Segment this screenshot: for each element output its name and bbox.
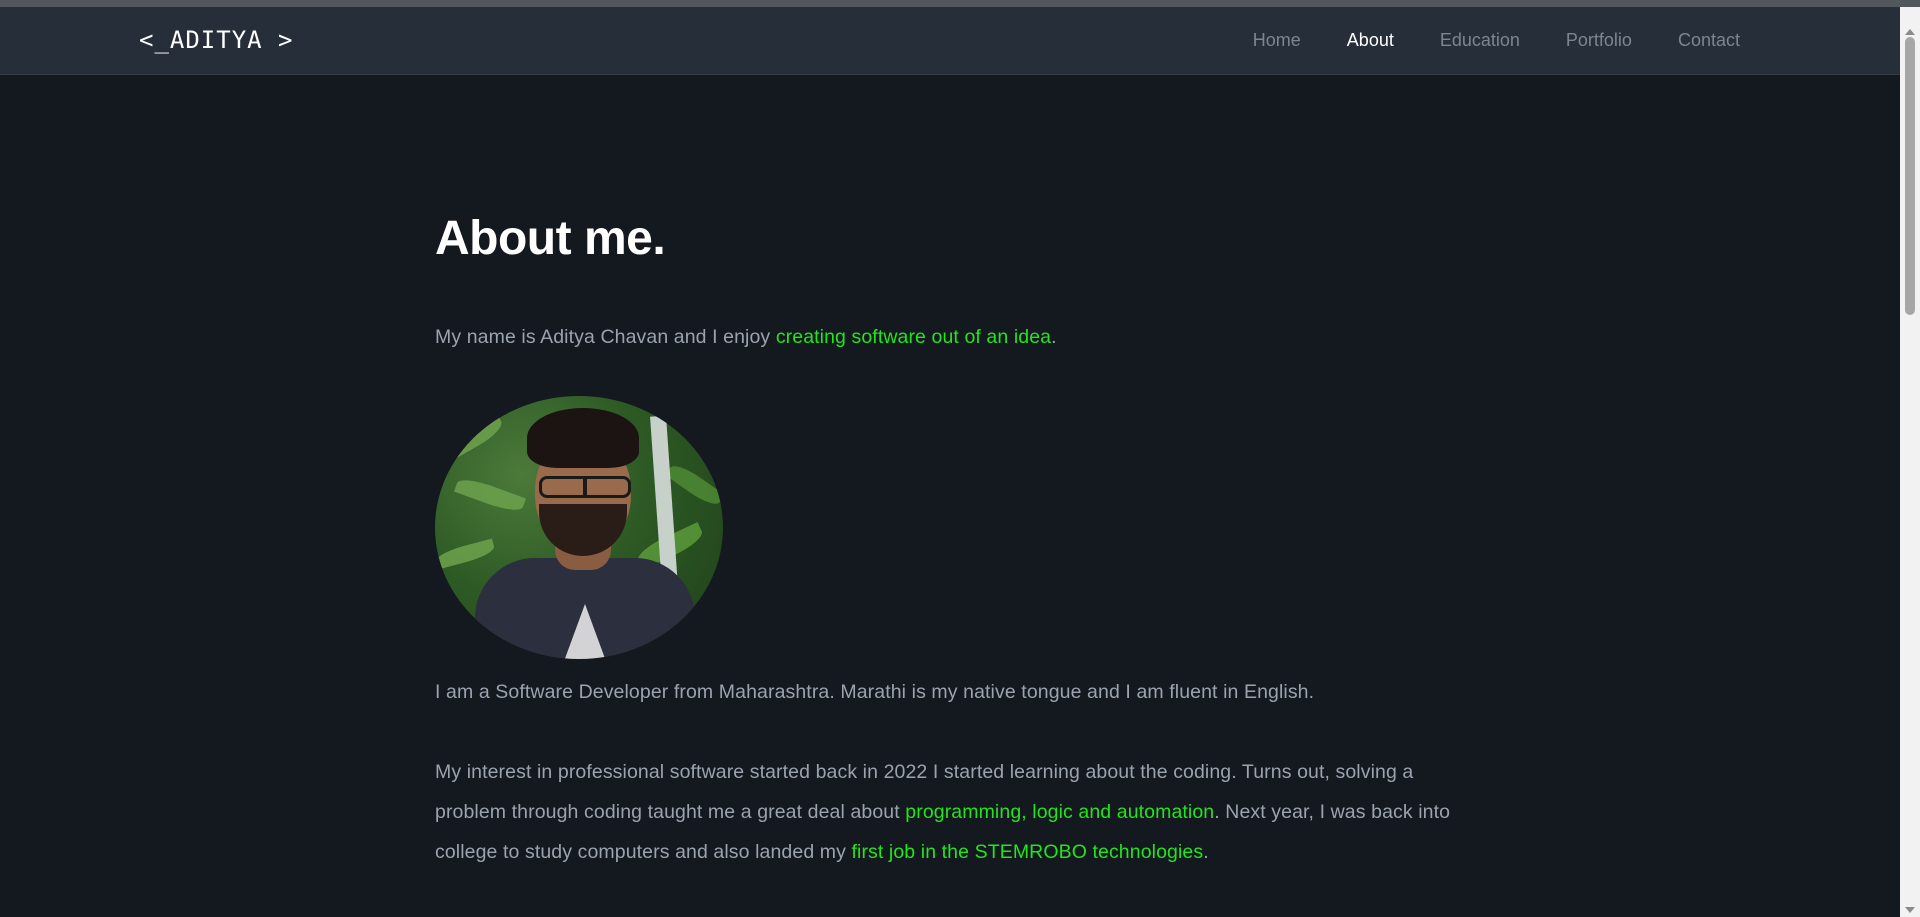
navbar: <_ADITYA > Home About Education Portfoli… [0, 7, 1900, 75]
page-title: About me. [435, 212, 666, 265]
nav-links: Home About Education Portfolio Contact [1253, 30, 1740, 51]
nav-link-home[interactable]: Home [1253, 30, 1301, 51]
profile-photo [435, 396, 723, 659]
nav-link-portfolio[interactable]: Portfolio [1566, 30, 1632, 51]
nav-link-about[interactable]: About [1347, 30, 1394, 51]
bio-paragraph-2: My interest in professional software sta… [435, 752, 1485, 872]
nav-link-contact[interactable]: Contact [1678, 30, 1740, 51]
nav-link-education[interactable]: Education [1440, 30, 1520, 51]
bio-highlight-2: first job in the STEMROBO technologies [851, 841, 1204, 863]
intro-highlight: creating software out of an idea [775, 326, 1052, 348]
intro-paragraph: My name is Aditya Chavan and I enjoy cre… [435, 317, 1485, 357]
bio-paragraph-1: I am a Software Developer from Maharasht… [435, 681, 1315, 703]
intro-suffix: . [1051, 326, 1057, 348]
site-logo[interactable]: <_ADITYA > [139, 26, 294, 54]
intro-text: My name is Aditya Chavan and I enjoy [435, 326, 776, 348]
scroll-down-icon[interactable] [1905, 907, 1915, 913]
vertical-scrollbar[interactable] [1900, 7, 1920, 917]
about-section: About me. My name is Aditya Chavan and I… [435, 215, 1485, 872]
bio-highlight-1: programming, logic and automation [905, 801, 1215, 823]
scroll-up-icon[interactable] [1905, 29, 1915, 35]
scroll-thumb[interactable] [1905, 37, 1915, 315]
browser-top-strip [0, 0, 1920, 7]
bio-text-3: . [1203, 841, 1209, 863]
